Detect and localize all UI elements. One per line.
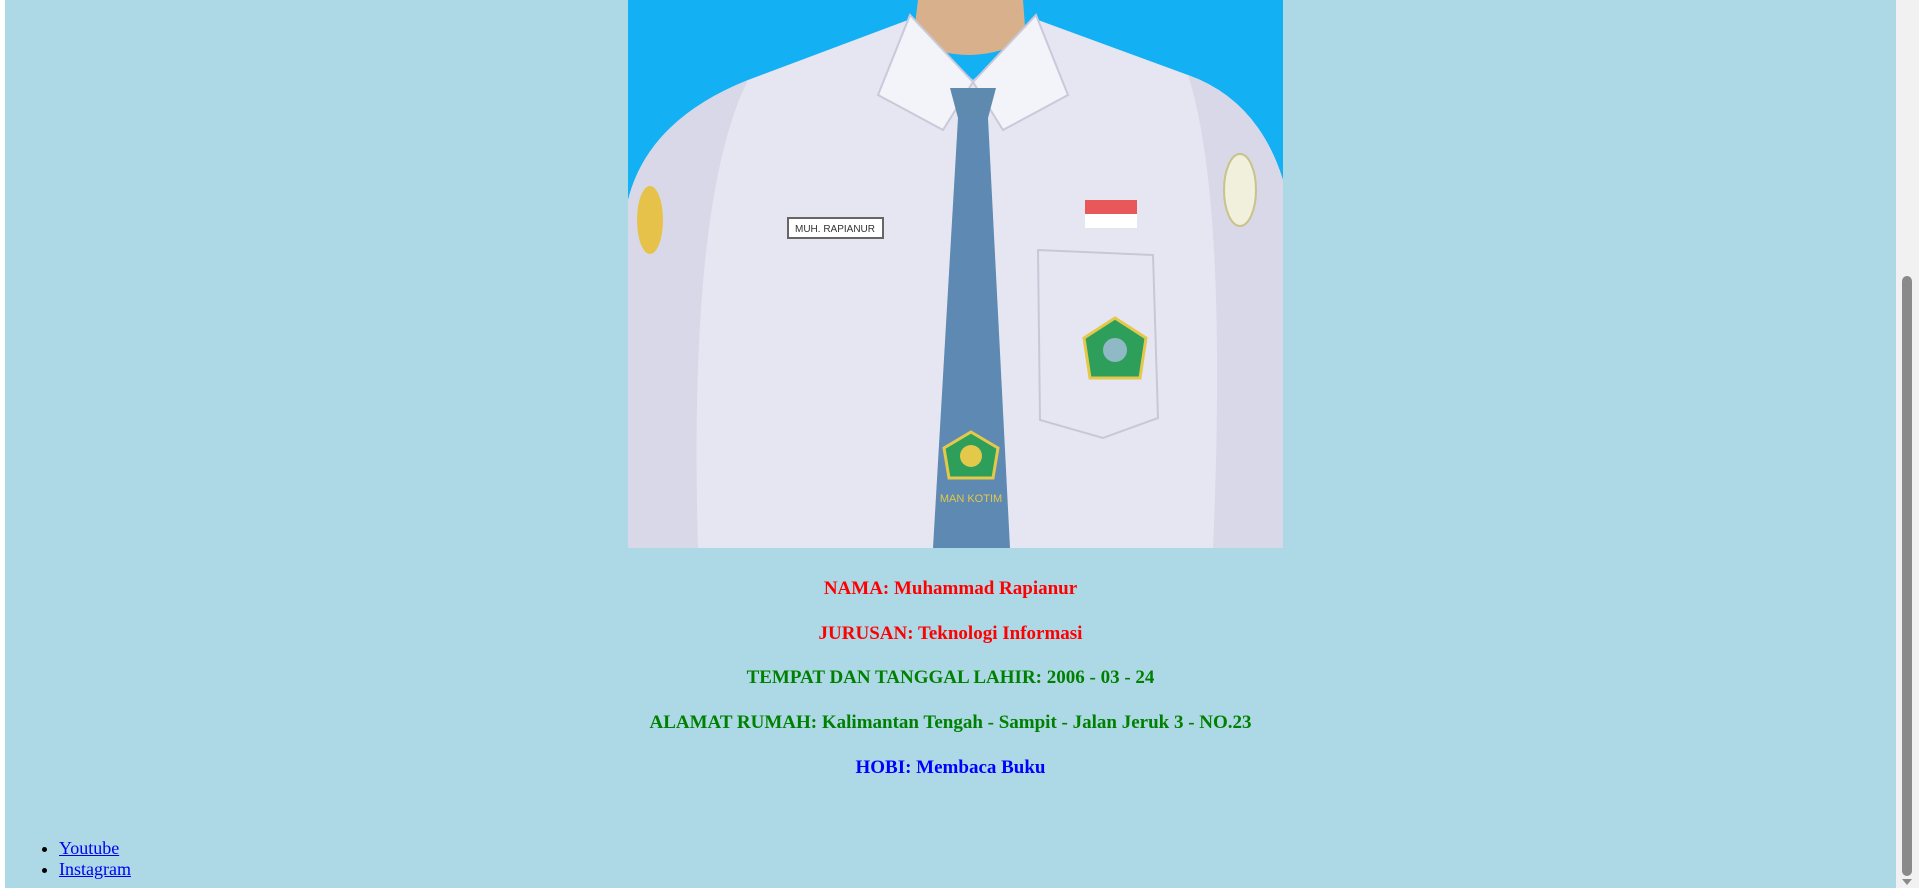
photo-school-tag: MAN KOTIM bbox=[940, 493, 1002, 505]
scrollbar-thumb[interactable] bbox=[1902, 276, 1912, 876]
list-item-instagram: Instagram bbox=[59, 859, 131, 880]
page-body: MAN KOTIM MUH. RAPIANUR NAMA: Muhammad R… bbox=[5, 0, 1896, 888]
vertical-scrollbar[interactable] bbox=[1896, 0, 1919, 888]
youtube-link[interactable]: Youtube bbox=[59, 838, 119, 858]
name-text: NAMA: Muhammad Rapianur bbox=[823, 578, 1078, 599]
instagram-link[interactable]: Instagram bbox=[59, 859, 131, 879]
address-text: ALAMAT RUMAH: Kalimantan Tengah - Sampit… bbox=[649, 712, 1252, 733]
scroll-down-arrow-icon[interactable] bbox=[1902, 879, 1912, 885]
major-text: JURUSAN: Teknologi Informasi bbox=[818, 623, 1083, 644]
birth-text: TEMPAT DAN TANGGAL LAHIR: 2006 - 03 - 24 bbox=[746, 667, 1155, 688]
social-links-list: Youtube Instagram bbox=[5, 838, 131, 880]
profile-photo: MAN KOTIM MUH. RAPIANUR bbox=[628, 0, 1283, 548]
hobby-text: HOBI: Membaca Buku bbox=[855, 757, 1046, 778]
profile-photo-illustration: MAN KOTIM MUH. RAPIANUR bbox=[628, 0, 1283, 548]
photo-name-tag: MUH. RAPIANUR bbox=[795, 224, 875, 235]
list-item-youtube: Youtube bbox=[59, 838, 131, 859]
